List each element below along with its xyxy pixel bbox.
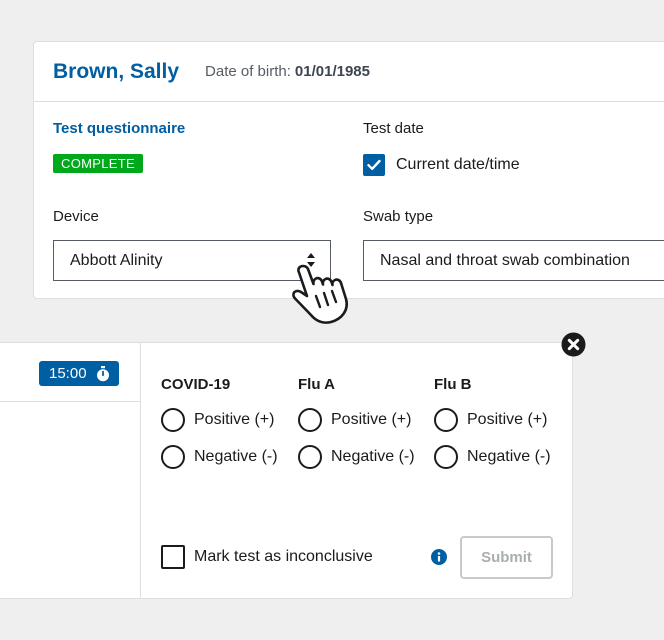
radio-button[interactable] [161,445,185,469]
current-date-checkbox-row[interactable]: Current date/time [363,154,520,176]
radio-button[interactable] [161,408,185,432]
flu-a-negative-option[interactable]: Negative (-) [298,445,415,469]
pointer-hand-icon [292,264,348,324]
radio-button[interactable] [434,408,458,432]
app-canvas: Brown, Sally Date of birth: 01/01/1985 T… [0,0,664,640]
radio-label: Negative (-) [331,448,415,465]
patient-card: Brown, Sally Date of birth: 01/01/1985 T… [33,41,664,299]
patient-name: Brown, Sally [53,59,180,83]
inconclusive-checkbox[interactable] [161,545,185,569]
flu-a-positive-option[interactable]: Positive (+) [298,408,415,432]
questionnaire-status-badge: COMPLETE [53,154,143,173]
swab-type-label: Swab type [363,208,434,225]
device-selected-value: Abbott Alinity [70,251,163,269]
radio-label: Positive (+) [467,411,548,428]
inconclusive-checkbox-row[interactable]: Mark test as inconclusive [161,545,373,569]
flu-b-negative-option[interactable]: Negative (-) [434,445,551,469]
result-heading: Flu B [434,376,472,393]
radio-button[interactable] [298,445,322,469]
device-label: Device [53,208,99,225]
radio-label: Positive (+) [194,411,275,428]
submit-button[interactable]: Submit [460,536,553,579]
result-column-covid: COVID-19 Positive (+) Negative (-) [161,376,278,469]
close-circle-icon[interactable] [561,332,586,357]
timer-button[interactable]: 15:00 [39,361,119,386]
radio-label: Positive (+) [331,411,412,428]
covid-positive-option[interactable]: Positive (+) [161,408,278,432]
patient-card-header: Brown, Sally Date of birth: 01/01/1985 [34,42,664,102]
radio-label: Negative (-) [194,448,278,465]
radio-label: Negative (-) [467,448,551,465]
swab-type-select[interactable]: Nasal and throat swab combination [363,240,664,281]
info-icon[interactable] [431,549,447,565]
result-column-flu-a: Flu A Positive (+) Negative (-) [298,376,415,469]
check-icon [367,159,381,170]
test-date-label: Test date [363,120,424,137]
timer-value: 15:00 [49,365,87,382]
flu-b-positive-option[interactable]: Positive (+) [434,408,551,432]
timer-divider [0,401,140,402]
result-heading: COVID-19 [161,376,231,393]
result-heading: Flu A [298,376,335,393]
test-questionnaire-link[interactable]: Test questionnaire [53,120,185,137]
covid-negative-option[interactable]: Negative (-) [161,445,278,469]
current-date-checkbox[interactable] [363,154,385,176]
test-card-divider [140,343,141,598]
dob-value: 01/01/1985 [294,63,370,80]
stopwatch-icon [96,365,109,381]
radio-button[interactable] [298,408,322,432]
current-date-label: Current date/time [396,156,520,173]
radio-button[interactable] [434,445,458,469]
result-column-flu-b: Flu B Positive (+) Negative (-) [434,376,551,469]
test-card: 15:00 COVID-19 Positive (+) Negative (-)… [0,342,573,599]
dob-label: Date of birth: [205,63,291,80]
swab-type-selected-value: Nasal and throat swab combination [380,251,630,269]
inconclusive-label: Mark test as inconclusive [194,548,373,565]
